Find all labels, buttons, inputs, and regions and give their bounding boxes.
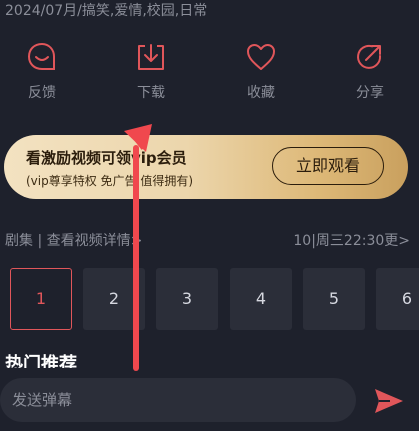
video-detail-page: 2024/07月/搞笑,爱情,校园,日常 反馈 下载 收藏 分享 看激励视频可领… [0, 0, 419, 431]
share-icon [357, 44, 382, 69]
update-schedule-link[interactable]: 10|周三22:30更> [293, 230, 410, 250]
episode-item-6[interactable]: 6 [376, 268, 419, 330]
episode-list: 1 2 3 4 5 6 [10, 268, 419, 330]
share-button[interactable]: 分享 [330, 40, 410, 102]
feedback-button[interactable]: 反馈 [2, 40, 82, 102]
episode-item-4[interactable]: 4 [230, 268, 292, 330]
favorite-label: 收藏 [247, 85, 275, 101]
view-video-details-link[interactable]: 剧集 | 查看视频详情> [5, 230, 142, 250]
watch-now-button[interactable]: 立即观看 [272, 147, 384, 185]
episode-item-5[interactable]: 5 [303, 268, 365, 330]
video-meta-info: 2024/07月/搞笑,爱情,校园,日常 [5, 3, 208, 19]
feedback-label: 反馈 [28, 85, 56, 101]
heart-icon [247, 44, 275, 70]
danmu-input[interactable]: 发送弹幕 [0, 378, 356, 422]
episode-item-2[interactable]: 2 [83, 268, 145, 330]
episode-item-3[interactable]: 3 [156, 268, 218, 330]
vip-banner-subtitle: (vip尊享特权 免广告 值得拥有) [26, 174, 194, 188]
download-icon [138, 44, 164, 70]
download-button[interactable]: 下载 [111, 40, 191, 102]
episode-item-1[interactable]: 1 [10, 268, 72, 330]
send-icon[interactable] [374, 388, 404, 414]
action-row: 反馈 下载 收藏 分享 [0, 40, 419, 120]
feedback-icon [27, 42, 55, 70]
favorite-button[interactable]: 收藏 [221, 40, 301, 102]
vip-banner-title: 看激励视频可领vip会员 [26, 149, 187, 167]
vip-promo-banner[interactable]: 看激励视频可领vip会员 (vip尊享特权 免广告 值得拥有) 立即观看 [4, 135, 408, 199]
download-label: 下载 [137, 85, 165, 101]
share-label: 分享 [356, 85, 384, 101]
danmu-bar: 发送弹幕 [0, 368, 419, 431]
